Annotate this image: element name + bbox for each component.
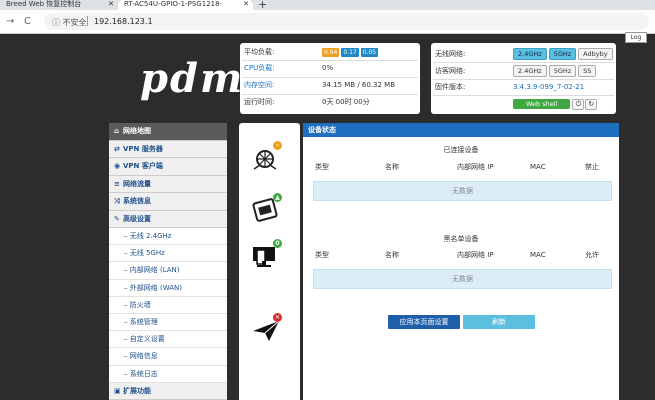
col-allow: 允许 bbox=[585, 251, 599, 259]
clients-icon[interactable]: 0 bbox=[251, 239, 282, 271]
wrench-icon: ✎ bbox=[114, 214, 120, 223]
plane-icon[interactable]: ✕ bbox=[251, 313, 282, 345]
sidebar-item-syslog[interactable]: – 系统日志 bbox=[109, 366, 227, 383]
col-name: 名称 bbox=[385, 163, 399, 171]
power-icon[interactable]: ⏻ bbox=[572, 99, 585, 110]
reload-icon[interactable]: C bbox=[24, 16, 31, 27]
refresh-button[interactable]: 刷新 bbox=[463, 315, 535, 329]
internet-icon[interactable]: – bbox=[251, 141, 282, 173]
network-map-icons: – ▲ 0 ✕ bbox=[239, 123, 300, 400]
sidebar-item-netinfo[interactable]: – 网络信息 bbox=[109, 348, 227, 366]
url-box[interactable]: ⓘ 不安全 192.168.123.1 bbox=[44, 13, 649, 30]
sidebar-item-network-map[interactable]: ⌂ 网络地图 bbox=[109, 123, 227, 141]
sidebar-item-system-info[interactable]: ⤨ 系统信息 bbox=[109, 193, 227, 211]
blacklist-empty-row: 无数据 bbox=[313, 269, 612, 289]
blacklist-title: 黑名单设备 bbox=[443, 235, 479, 243]
home-icon: ⌂ bbox=[114, 127, 120, 135]
uptime-value: 0天 00时 00分 bbox=[322, 98, 370, 106]
browser-tab-active[interactable]: RT-AC54U-GPIO-1-PSG1218- ✕ bbox=[118, 0, 253, 10]
tab-title: Breed Web 恢复控制台 bbox=[6, 0, 82, 8]
load-5min: 0.17 bbox=[341, 48, 359, 57]
firmware-label: 固件版本: bbox=[435, 83, 466, 91]
ss-button[interactable]: SS bbox=[578, 65, 597, 77]
browser-tab-bar: Breed Web 恢复控制台 ✕ RT-AC54U-GPIO-1-PSG121… bbox=[0, 0, 655, 11]
info-icon: ⓘ bbox=[52, 18, 60, 27]
sidebar: ⌂ 网络地图 ⇄ VPN 服务器 ◉ VPN 客户端 ≡ 网络流量 ⤨ 系统信息 ✎ 高级设… bbox=[109, 123, 227, 400]
load-label: 平均负载: bbox=[244, 48, 275, 56]
panel-header: 设备状态 bbox=[303, 123, 619, 137]
sidebar-item-wireless-2g[interactable]: – 无线 2.4GHz bbox=[109, 228, 227, 246]
lock-dot-icon: ▲ bbox=[273, 193, 282, 202]
load-15min: 0.05 bbox=[360, 48, 379, 57]
insecure-label[interactable]: ⓘ 不安全 bbox=[52, 17, 87, 28]
sidebar-item-traffic[interactable]: ≡ 网络流量 bbox=[109, 175, 227, 193]
guest-2g-button[interactable]: 2.4GHz bbox=[513, 65, 547, 77]
sidebar-item-wan[interactable]: – 外部网络 (WAN) bbox=[109, 280, 227, 297]
memory-label[interactable]: 内存空间: bbox=[244, 79, 314, 92]
col-type: 类型 bbox=[315, 251, 329, 259]
guest-label: 访客网络: bbox=[435, 67, 466, 75]
back-icon[interactable]: → bbox=[6, 16, 14, 27]
sidebar-item-vpn-client[interactable]: ◉ VPN 客户端 bbox=[109, 158, 227, 176]
close-icon[interactable]: ✕ bbox=[108, 0, 114, 9]
col-mac: MAC bbox=[530, 251, 546, 259]
wireless-panel: 无线网络: 2.4GHz 5GHz Adbyby 访客网络: 2.4GHz 5GHz S… bbox=[431, 43, 616, 114]
logo: pdm bbox=[140, 55, 245, 102]
wifi-2g-button[interactable]: 2.4GHz bbox=[513, 48, 547, 60]
vpn-server-icon: ⇄ bbox=[114, 144, 120, 153]
count-dot-icon: 0 bbox=[273, 239, 282, 248]
pointer-icon bbox=[293, 247, 300, 261]
connected-devices-title: 已连接设备 bbox=[443, 146, 479, 154]
router-icon[interactable]: ▲ bbox=[251, 193, 282, 225]
warning-dot-icon: – bbox=[273, 141, 282, 150]
cpu-label[interactable]: CPU负载: bbox=[244, 62, 314, 75]
list-icon: ≡ bbox=[114, 179, 120, 188]
error-dot-icon: ✕ bbox=[273, 313, 282, 322]
sidebar-item-admin[interactable]: – 系统管理 bbox=[109, 314, 227, 332]
guest-5g-button[interactable]: 5GHz bbox=[548, 65, 577, 77]
extension-icon: ▣ bbox=[114, 386, 121, 395]
blacklist-table-header: 类型 名称 内部网络 IP MAC 允许 bbox=[313, 249, 613, 261]
connected-table-header: 类型 名称 内部网络 IP MAC 禁止 bbox=[313, 161, 613, 173]
col-mac: MAC bbox=[530, 163, 546, 171]
url-text[interactable]: 192.168.123.1 bbox=[94, 17, 153, 26]
web-shell-button[interactable]: Web shell bbox=[513, 99, 571, 109]
wifi-5g-button[interactable]: 5GHz bbox=[548, 48, 577, 60]
adbyby-button[interactable]: Adbyby bbox=[578, 48, 613, 60]
load-1min: 0.64 bbox=[322, 48, 340, 57]
sidebar-item-lan[interactable]: – 内部网络 (LAN) bbox=[109, 262, 227, 280]
firmware-version[interactable]: 3.4.3.9-099_7-02-21 bbox=[513, 81, 584, 94]
sidebar-item-wireless-5g[interactable]: – 无线 5GHz bbox=[109, 245, 227, 263]
apply-settings-button[interactable]: 应用本页面设置 bbox=[388, 315, 460, 329]
load-values: 0.64 0.17 0.05 bbox=[322, 46, 380, 59]
shuffle-icon: ⤨ bbox=[114, 197, 120, 205]
divider bbox=[87, 16, 88, 26]
memory-value: 34.15 MB / 60.32 MB bbox=[322, 81, 396, 89]
browser-tab[interactable]: Breed Web 恢复控制台 ✕ bbox=[0, 0, 118, 10]
col-type: 类型 bbox=[315, 163, 329, 171]
sidebar-item-firewall[interactable]: – 防火墙 bbox=[109, 297, 227, 314]
sidebar-item-vpn-server[interactable]: ⇄ VPN 服务器 bbox=[109, 140, 227, 158]
globe-icon: ◉ bbox=[114, 162, 121, 170]
system-status-panel: 平均负载: 0.64 0.17 0.05 CPU负载: 0% 内存空间: 34.15… bbox=[240, 43, 420, 114]
router-page: Log pdm 平均负载: 0.64 0.17 0.05 CPU负载: 0% 内存空… bbox=[0, 32, 655, 400]
refresh-icon[interactable]: ↻ bbox=[585, 99, 598, 110]
cpu-value: 0% bbox=[322, 64, 334, 72]
wifi-label: 无线网络: bbox=[435, 50, 466, 58]
col-name: 名称 bbox=[385, 251, 399, 259]
address-bar: → C ⓘ 不安全 192.168.123.1 bbox=[0, 10, 655, 34]
device-status-panel: 设备状态 已连接设备 类型 名称 内部网络 IP MAC 禁止 无数据 黑名单设… bbox=[303, 123, 619, 400]
close-icon[interactable]: ✕ bbox=[243, 0, 249, 9]
sidebar-item-custom[interactable]: – 自定义设置 bbox=[109, 331, 227, 349]
log-button[interactable]: Log bbox=[625, 32, 647, 43]
tab-title: RT-AC54U-GPIO-1-PSG1218- bbox=[124, 0, 223, 8]
uptime-label: 运行时间: bbox=[244, 98, 275, 106]
sidebar-item-advanced[interactable]: ✎ 高级设置 bbox=[109, 210, 227, 228]
col-ip: 内部网络 IP bbox=[457, 163, 494, 171]
col-block: 禁止 bbox=[585, 163, 599, 171]
connected-empty-row: 无数据 bbox=[313, 181, 612, 201]
sidebar-item-extensions[interactable]: ▣ 扩展功能 bbox=[109, 382, 227, 400]
col-ip: 内部网络 IP bbox=[457, 251, 494, 259]
